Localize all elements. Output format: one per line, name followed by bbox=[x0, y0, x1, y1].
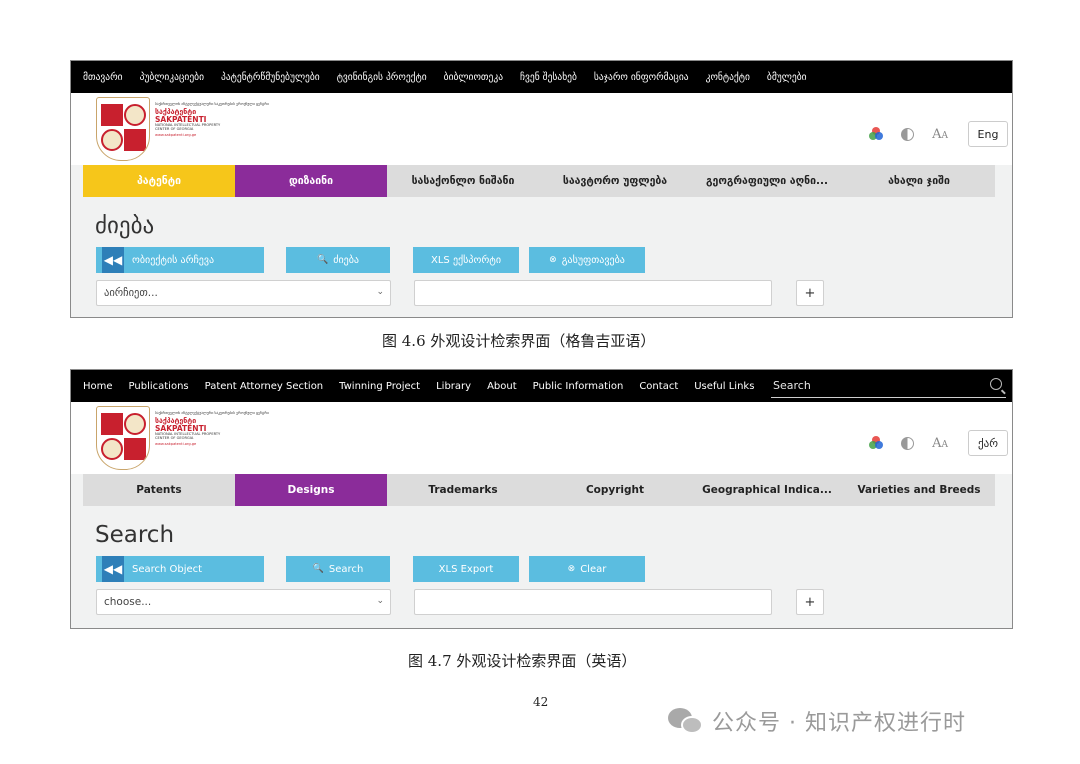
contrast-icon[interactable] bbox=[901, 436, 915, 450]
nav-item-library[interactable]: Library bbox=[436, 381, 471, 392]
screenshot-georgian: მთავარი პუბლიკაციები პატენტრწმუნებულები … bbox=[70, 60, 1013, 318]
top-nav: Home Publications Patent Attorney Sectio… bbox=[71, 370, 1012, 402]
clear-button[interactable]: ⊗ Clear bbox=[529, 556, 645, 582]
nav-item-home[interactable]: Home bbox=[83, 381, 113, 392]
accessibility-tools: AA ქარ bbox=[869, 430, 1008, 456]
nav-item-contact[interactable]: Contact bbox=[639, 381, 678, 392]
tab-patents[interactable]: პატენტი bbox=[83, 165, 235, 197]
nav-item-home[interactable]: მთავარი bbox=[83, 72, 123, 83]
nav-item-links[interactable]: ბმულები bbox=[767, 72, 807, 83]
site-header: ძიება საქართველოს ინტელექტუალური საკუთრე… bbox=[71, 93, 1012, 165]
color-palette-icon[interactable] bbox=[869, 127, 884, 141]
logo-text: საქართველოს ინტელექტუალური საკუთრების ერ… bbox=[155, 102, 269, 137]
back-arrow-icon: ◀◀ bbox=[102, 247, 124, 273]
search-object-button[interactable]: ◀◀ Search Object bbox=[96, 556, 264, 582]
page-title: Search bbox=[95, 522, 175, 548]
nav-item-about[interactable]: About bbox=[487, 381, 517, 392]
clear-button[interactable]: ⊗ გასუფთავება bbox=[529, 247, 645, 273]
sakpatenti-logo[interactable] bbox=[96, 406, 150, 470]
site-header: საქართველოს ინტელექტუალური საკუთრების ერ… bbox=[71, 402, 1012, 474]
logo-text: საქართველოს ინტელექტუალური საკუთრების ერ… bbox=[155, 411, 269, 446]
chevron-down-icon: ⌄ bbox=[376, 287, 384, 297]
category-tabs: Patents Designs Trademarks Copyright Geo… bbox=[83, 474, 1000, 506]
watermark-text: 公众号 · 知识产权进行时 bbox=[712, 711, 966, 736]
search-object-button[interactable]: ◀◀ ობიექტის არჩევა bbox=[96, 247, 264, 273]
clear-icon: ⊗ bbox=[567, 564, 576, 574]
nav-item-twinning[interactable]: ტვინინგის პროექტი bbox=[337, 72, 427, 83]
tab-designs[interactable]: დიზაინი bbox=[235, 165, 387, 197]
wechat-watermark: 公众号 · 知识产权进行时 bbox=[668, 705, 966, 737]
search-input[interactable] bbox=[771, 374, 973, 397]
search-text-input[interactable] bbox=[414, 280, 772, 306]
back-arrow-icon: ◀◀ bbox=[102, 556, 124, 582]
site-search bbox=[771, 374, 1006, 398]
tab-varieties[interactable]: Varieties and Breeds bbox=[843, 474, 995, 506]
screenshot-english: Home Publications Patent Attorney Sectio… bbox=[70, 369, 1013, 629]
tab-varieties[interactable]: ახალი ჯიში bbox=[843, 165, 995, 197]
color-palette-icon[interactable] bbox=[869, 436, 884, 450]
nav-item-patent-attorney[interactable]: პატენტრწმუნებულები bbox=[221, 72, 320, 83]
nav-item-publications[interactable]: Publications bbox=[129, 381, 189, 392]
page-number: 42 bbox=[533, 695, 549, 709]
nav-item-library[interactable]: ბიბლიოთეკა bbox=[444, 72, 503, 83]
category-tabs: პატენტი დიზაინი სასაქონლო ნიშანი საავტორ… bbox=[83, 165, 1000, 197]
tab-copyright[interactable]: საავტორო უფლება bbox=[539, 165, 691, 197]
figure-caption-4-7: 图 4.7 外观设计检索界面（英语） bbox=[408, 652, 637, 670]
font-size-icon[interactable]: AA bbox=[932, 436, 948, 451]
tab-patents[interactable]: Patents bbox=[83, 474, 235, 506]
add-criteria-button[interactable]: + bbox=[796, 589, 824, 615]
search-button[interactable]: 🔍 Search bbox=[286, 556, 390, 582]
tab-designs[interactable]: Designs bbox=[235, 474, 387, 506]
accessibility-tools: AA Eng bbox=[869, 121, 1008, 147]
tab-geographical[interactable]: Geographical Indica... bbox=[691, 474, 843, 506]
nav-item-about[interactable]: ჩვენ შესახებ bbox=[520, 72, 577, 83]
choose-select[interactable]: choose... ⌄ bbox=[96, 589, 391, 615]
nav-item-contact[interactable]: კონტაქტი bbox=[706, 72, 750, 83]
magnifier-icon: 🔍 bbox=[317, 255, 329, 265]
tab-trademarks[interactable]: Trademarks bbox=[387, 474, 539, 506]
search-icon[interactable] bbox=[990, 378, 1002, 390]
page-title: ძიება bbox=[95, 213, 155, 239]
chevron-down-icon: ⌄ bbox=[376, 596, 384, 606]
nav-item-patent-attorney[interactable]: Patent Attorney Section bbox=[205, 381, 324, 392]
add-criteria-button[interactable]: + bbox=[796, 280, 824, 306]
nav-item-links[interactable]: Useful Links bbox=[694, 381, 754, 392]
xls-export-button[interactable]: XLS ექსპორტი bbox=[413, 247, 519, 273]
contrast-icon[interactable] bbox=[901, 127, 915, 141]
language-button[interactable]: Eng bbox=[968, 121, 1008, 147]
search-button[interactable]: 🔍 ძიება bbox=[286, 247, 390, 273]
choose-select[interactable]: აირჩიეთ... ⌄ bbox=[96, 280, 391, 306]
tab-copyright[interactable]: Copyright bbox=[539, 474, 691, 506]
faint-search-label: ძიება bbox=[771, 103, 792, 112]
nav-item-public-info[interactable]: Public Information bbox=[533, 381, 624, 392]
wechat-icon bbox=[668, 706, 704, 736]
nav-item-publications[interactable]: პუბლიკაციები bbox=[140, 72, 204, 83]
top-nav: მთავარი პუბლიკაციები პატენტრწმუნებულები … bbox=[71, 61, 1012, 93]
font-size-icon[interactable]: AA bbox=[932, 127, 948, 142]
clear-icon: ⊗ bbox=[549, 255, 557, 265]
tab-trademarks[interactable]: სასაქონლო ნიშანი bbox=[387, 165, 539, 197]
figure-caption-4-6: 图 4.6 外观设计检索界面（格鲁吉亚语） bbox=[382, 332, 656, 350]
language-button[interactable]: ქარ bbox=[968, 430, 1008, 456]
search-text-input[interactable] bbox=[414, 589, 772, 615]
xls-export-button[interactable]: XLS Export bbox=[413, 556, 519, 582]
sakpatenti-logo[interactable] bbox=[96, 97, 150, 161]
nav-item-public-info[interactable]: საჯარო ინფორმაცია bbox=[594, 72, 689, 83]
magnifier-icon: 🔍 bbox=[312, 564, 324, 574]
tab-geographical[interactable]: გეოგრაფიული აღნი... bbox=[691, 165, 843, 197]
nav-item-twinning[interactable]: Twinning Project bbox=[339, 381, 420, 392]
